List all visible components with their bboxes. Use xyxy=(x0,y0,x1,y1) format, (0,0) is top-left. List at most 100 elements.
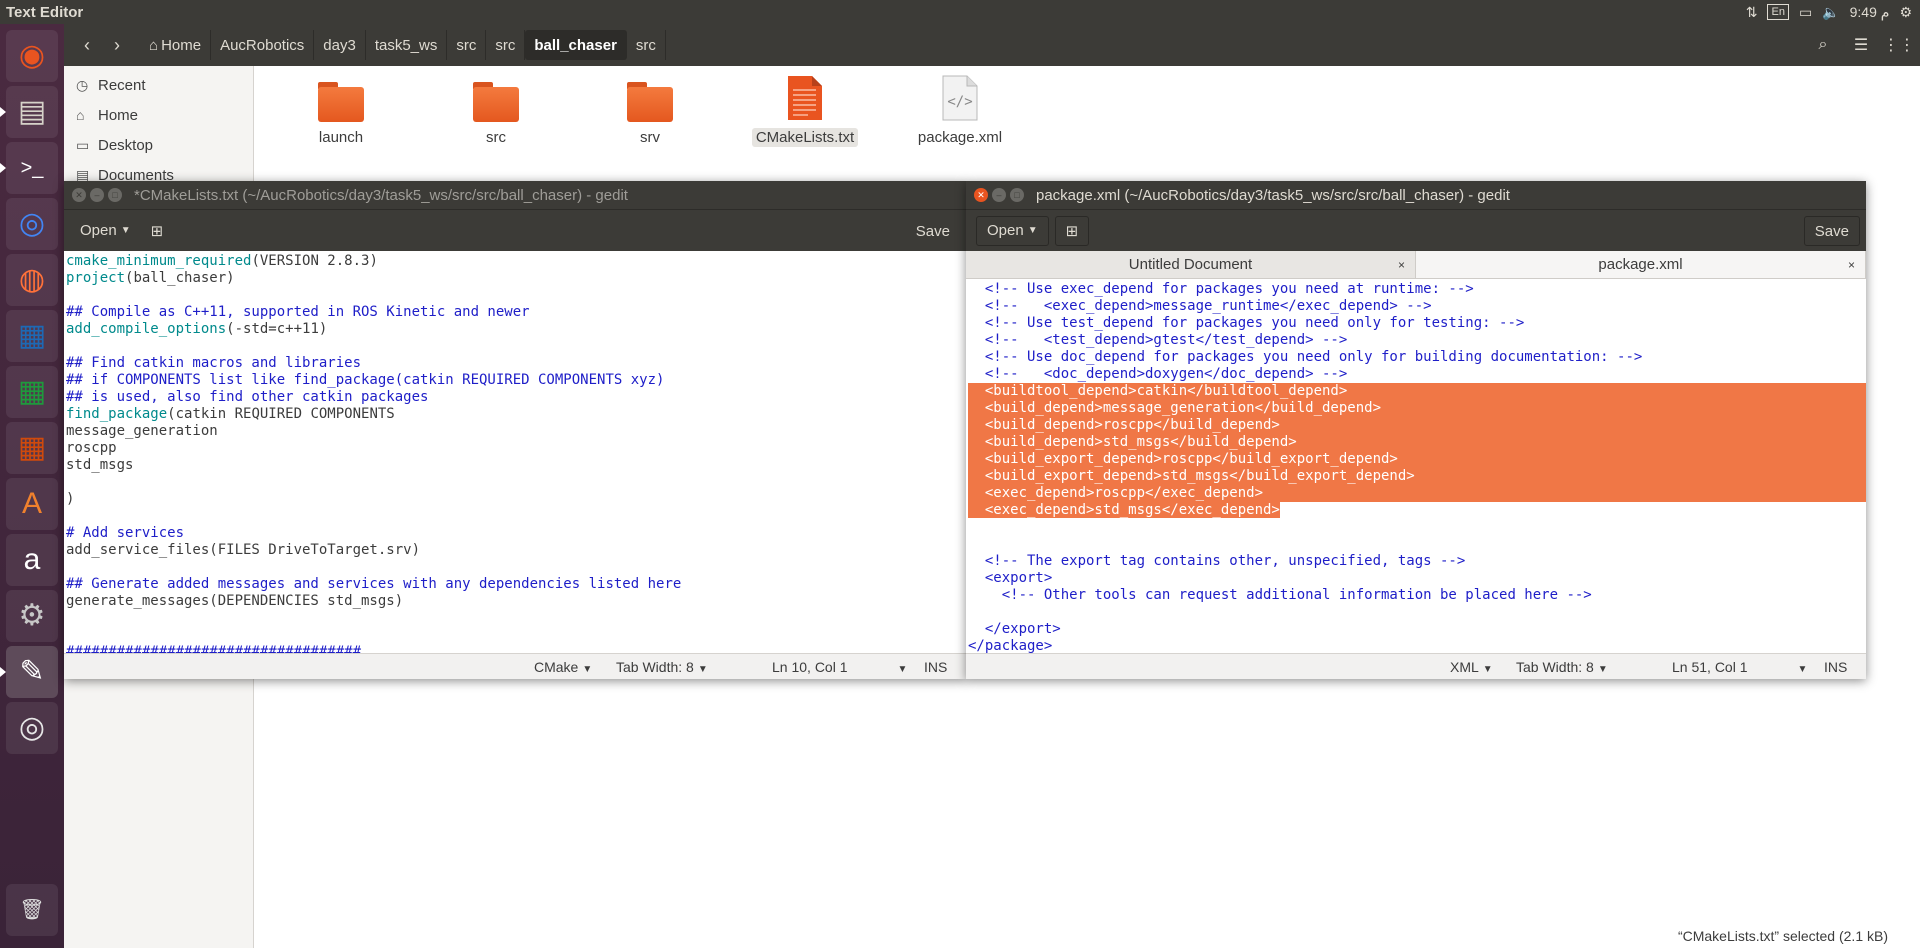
new-tab-button[interactable]: ⊞ xyxy=(141,216,174,246)
window-title: package.xml (~/AucRobotics/day3/task5_ws… xyxy=(1036,186,1510,204)
file-item[interactable]: </> package.xml xyxy=(905,74,1015,147)
tab-width-selector[interactable]: Tab Width: 8 ▼ xyxy=(1516,659,1608,675)
search-icon[interactable]: ⌕ xyxy=(1808,30,1838,60)
cursor-position-selector[interactable]: Ln 51, Col 1 ▼ xyxy=(1672,659,1807,675)
places-item-recent[interactable]: ◷ Recent xyxy=(64,70,253,100)
file-item[interactable]: src xyxy=(441,74,551,147)
launcher-chrome-button[interactable]: ◎ xyxy=(6,198,58,250)
keyboard-layout-indicator[interactable]: En xyxy=(1767,4,1789,20)
chevron-down-icon: ▼ xyxy=(1797,664,1808,675)
launcher-terminal-button[interactable]: >_ xyxy=(0,142,58,194)
document-tab[interactable]: Untitled Document × xyxy=(966,251,1416,278)
breadcrumb-label: src xyxy=(456,36,477,54)
code-token: ## if COMPONENTS list like find_package(… xyxy=(66,372,665,388)
code-token: cmake_minimum_required xyxy=(66,253,252,269)
file-item[interactable]: launch xyxy=(286,74,396,147)
code-line: roscpp xyxy=(66,440,966,457)
chevron-down-icon: ▼ xyxy=(697,664,708,675)
tab-width-selector[interactable]: Tab Width: 8 ▼ xyxy=(616,659,708,675)
writer-icon: ▦ xyxy=(17,319,47,352)
breadcrumb-item[interactable]: day3 xyxy=(314,30,366,60)
breadcrumb-item[interactable]: src xyxy=(627,30,666,60)
launcher-impress-button[interactable]: ▦ xyxy=(6,422,58,474)
breadcrumb-item[interactable]: src xyxy=(447,30,487,60)
clock[interactable]: 9:49 م xyxy=(1850,4,1890,21)
power-gear-icon[interactable]: ⚙ xyxy=(1899,4,1912,21)
grid-view-icon[interactable]: ⋮⋮ xyxy=(1883,30,1915,60)
language-selector[interactable]: XML ▼ xyxy=(1450,659,1493,675)
minimize-window-icon[interactable]: – xyxy=(992,188,1006,202)
file-item[interactable]: CMakeLists.txt xyxy=(750,74,860,147)
launcher-settings-button[interactable]: ⚙ xyxy=(6,590,58,642)
battery-icon[interactable]: ▭ xyxy=(1799,4,1812,21)
code-token: <build_depend>message_generation</build_… xyxy=(968,400,1382,416)
code-line: </package> xyxy=(968,638,1866,653)
back-button[interactable]: ‹ xyxy=(72,30,102,60)
volume-icon[interactable]: 🔈 xyxy=(1822,4,1839,21)
network-icon[interactable]: ⇅ xyxy=(1746,4,1758,21)
forward-button[interactable]: › xyxy=(102,30,132,60)
cursor-position-selector[interactable]: Ln 10, Col 1 ▼ xyxy=(772,659,907,675)
text-editor-area[interactable]: cmake_minimum_required(VERSION 2.8.3) pro… xyxy=(64,251,966,653)
close-tab-icon[interactable]: × xyxy=(1848,258,1855,272)
file-label: launch xyxy=(318,129,364,146)
code-line: <!-- Use doc_depend for packages you nee… xyxy=(968,349,1866,366)
breadcrumb-item[interactable]: AucRobotics xyxy=(211,30,315,60)
breadcrumb-item[interactable]: task5_ws xyxy=(366,30,448,60)
launcher-writer-button[interactable]: ▦ xyxy=(6,310,58,362)
launcher-dvd-button[interactable]: ◎ xyxy=(6,702,58,754)
places-item-desktop[interactable]: ▭ Desktop xyxy=(64,130,253,160)
breadcrumb-label: src xyxy=(635,36,656,54)
breadcrumb-item[interactable]: ball_chaser xyxy=(525,30,627,60)
view-controls: ⌕ ☰ ⋮⋮ xyxy=(1808,30,1915,60)
code-line: ) xyxy=(66,491,966,508)
folder-icon xyxy=(473,82,519,122)
launcher-amazon-button[interactable]: a xyxy=(6,534,58,586)
ubuntu-logo-icon: ◉ xyxy=(18,39,46,72)
save-button[interactable]: Save xyxy=(1803,216,1860,246)
open-button[interactable]: Open ▼ xyxy=(976,215,1049,246)
text-editor-area[interactable]: <!-- Use exec_depend for packages you ne… xyxy=(966,279,1866,653)
breadcrumb-item[interactable]: ⌂ Home xyxy=(140,30,212,60)
file-item[interactable]: srv xyxy=(595,74,705,147)
places-item-home[interactable]: ⌂ Home xyxy=(64,100,253,130)
save-button[interactable]: Save xyxy=(906,216,960,246)
close-window-icon[interactable]: ✕ xyxy=(72,188,86,202)
launcher-text-editor-button[interactable]: ✎ xyxy=(0,646,58,698)
file-grid: launch src srv CMakeLists.txt </> package.xml xyxy=(254,66,1920,186)
code-token: project xyxy=(66,270,126,286)
document-tab[interactable]: package.xml × xyxy=(1416,251,1866,278)
code-line: <exec_depend>roscpp</exec_depend> xyxy=(968,485,1866,502)
code-line: <!-- Use test_depend for packages you ne… xyxy=(968,315,1866,332)
launcher-files-button[interactable]: ▤ xyxy=(0,86,58,138)
code-token: <!-- <test_depend>gtest</test_depend> --… xyxy=(968,332,1348,348)
maximize-window-icon[interactable]: □ xyxy=(108,188,122,202)
trash-icon: 🗑 xyxy=(19,899,45,921)
close-tab-icon[interactable]: × xyxy=(1398,258,1405,272)
places-item-label: Desktop xyxy=(98,136,154,154)
running-indicator xyxy=(0,667,6,677)
maximize-window-icon[interactable]: □ xyxy=(1010,188,1024,202)
open-button[interactable]: Open ▼ xyxy=(70,216,141,246)
code-line: ## Compile as C++11, supported in ROS Ki… xyxy=(66,304,966,321)
chevron-down-icon: ▼ xyxy=(582,664,593,675)
code-token: (VERSION 2.8.3) xyxy=(251,253,378,269)
close-window-icon[interactable]: ✕ xyxy=(974,188,988,202)
launcher-software-center-button[interactable]: A xyxy=(6,478,58,530)
code-token: <exec_depend>std_msgs</exec_depend> xyxy=(968,502,1280,518)
code-token: </package> xyxy=(968,638,1053,653)
breadcrumb-item[interactable]: src xyxy=(486,30,526,60)
language-selector[interactable]: CMake ▼ xyxy=(534,659,592,675)
new-tab-button[interactable]: ⊞ xyxy=(1054,215,1090,246)
breadcrumb-label: AucRobotics xyxy=(220,36,305,54)
launcher-calc-button[interactable]: ▦ xyxy=(6,366,58,418)
launcher-ubuntu-logo-button[interactable]: ◉ xyxy=(6,30,58,82)
launcher-firefox-button[interactable]: ◍ xyxy=(6,254,58,306)
list-view-icon[interactable]: ☰ xyxy=(1846,30,1876,60)
minimize-window-icon[interactable]: – xyxy=(90,188,104,202)
launcher-trash-button[interactable]: 🗑 xyxy=(6,884,58,936)
